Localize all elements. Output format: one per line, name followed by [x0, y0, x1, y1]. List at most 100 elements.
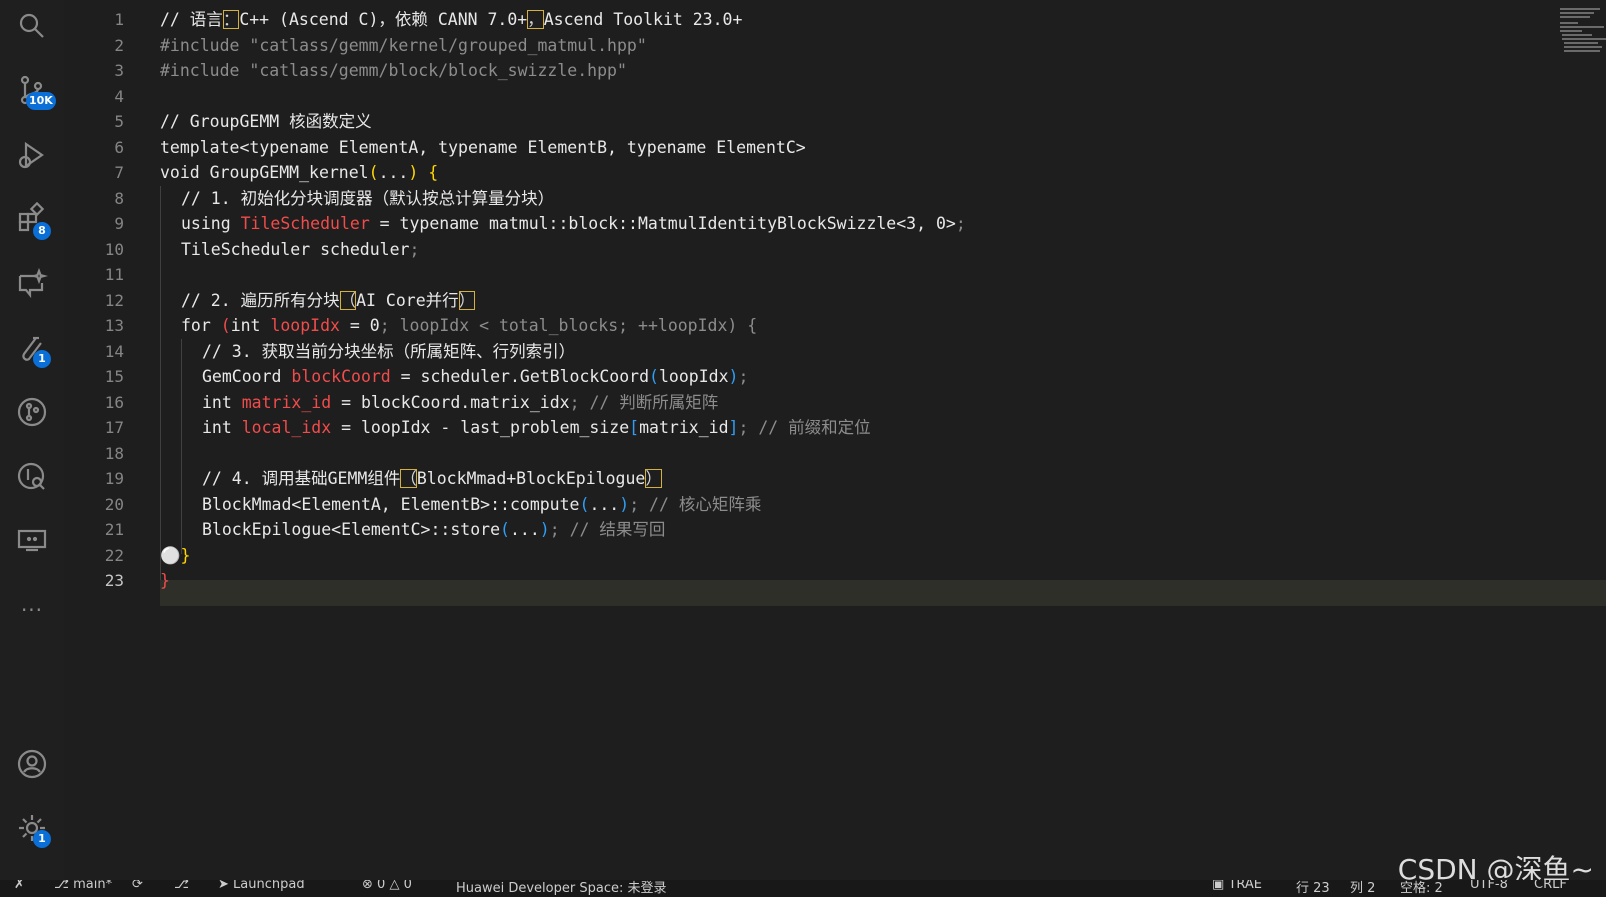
line-number: 19 — [104, 469, 124, 488]
code-line: 23 } — [64, 568, 1554, 594]
line-number: 3 — [114, 61, 124, 80]
remote-search-icon[interactable] — [14, 458, 50, 494]
settings-badge: 1 — [33, 830, 51, 848]
launchpad-button[interactable]: ➤ Launchpad — [218, 880, 305, 892]
code-line: 15 GemCoord blockCoord = scheduler.GetBl… — [64, 364, 1554, 390]
line-number: 18 — [104, 444, 124, 463]
line-number: 9 — [114, 214, 124, 233]
more-icon[interactable]: ... — [14, 586, 50, 622]
code-line: 20 BlockMmad<ElementA, ElementB>::comput… — [64, 492, 1554, 518]
line-content: // 2. 遍历所有分块（AI Core并行） — [181, 291, 476, 310]
code-line: 1 // 语言：C++ (Ascend C)，依赖 CANN 7.0+，Asce… — [64, 7, 1554, 33]
code-line: 21 BlockEpilogue<ElementC>::store(...); … — [64, 517, 1554, 543]
remote-icon[interactable]: ✗ — [14, 880, 25, 892]
code-editor[interactable]: 1 // 语言：C++ (Ascend C)，依赖 CANN 7.0+，Asce… — [64, 0, 1606, 880]
line-content: for (int loopIdx = 0; loopIdx < total_bl… — [181, 316, 758, 335]
account-icon[interactable] — [14, 746, 50, 782]
line-number: 21 — [104, 520, 124, 539]
source-control-icon[interactable]: 10K — [14, 72, 56, 110]
warning-icon: △ — [389, 880, 400, 892]
trae-icon: ▣ — [1212, 880, 1225, 892]
status-bar: ✗ ⎇ main* ⟳ ⎇ ➤ Launchpad ⊗ 0 △ 0 Huawei… — [0, 880, 1606, 897]
minimap[interactable] — [1560, 6, 1606, 54]
line-content: template<typename ElementA, typename Ele… — [160, 138, 806, 157]
line-number: 1 — [114, 10, 124, 29]
git-graph-status-icon[interactable]: ⎇ — [174, 880, 189, 892]
code-line: 12 // 2. 遍历所有分块（AI Core并行） — [64, 288, 1554, 314]
code-line: 14 // 3. 获取当前分块坐标（所属矩阵、行列索引） — [64, 339, 1554, 365]
error-icon: ⊗ — [362, 880, 373, 892]
settings-gear-icon[interactable]: 1 — [14, 810, 51, 848]
line-number: 10 — [104, 240, 124, 259]
code-line: 6 template<typename ElementA, typename E… — [64, 135, 1554, 161]
sync-icon[interactable]: ⟳ — [132, 880, 143, 892]
line-content: ⚪} — [160, 546, 191, 565]
line-content: // GroupGEMM 核函数定义 — [160, 112, 372, 131]
line-number: 7 — [114, 163, 124, 182]
line-content: } — [160, 571, 170, 590]
line-content: // 3. 获取当前分块坐标（所属矩阵、行列索引） — [202, 342, 576, 361]
code-line: 13 for (int loopIdx = 0; loopIdx < total… — [64, 313, 1554, 339]
code-line: 16 int matrix_id = blockCoord.matrix_idx… — [64, 390, 1554, 416]
testing-flask-icon[interactable]: 1 — [14, 332, 51, 368]
line-number: 4 — [114, 87, 124, 106]
line-content: BlockMmad<ElementA, ElementB>::compute(.… — [202, 495, 762, 514]
search-icon[interactable] — [14, 8, 50, 44]
cursor-column[interactable]: 列 2 — [1350, 880, 1375, 896]
line-content: GemCoord blockCoord = scheduler.GetBlock… — [202, 367, 749, 386]
line-content: // 1. 初始化分块调度器（默认按总计算量分块） — [181, 189, 555, 208]
line-number: 14 — [104, 342, 124, 361]
huawei-space-status[interactable]: Huawei Developer Space: 未登录 — [456, 880, 666, 896]
activity-bar: 10K 8 1 ... 1 — [0, 0, 64, 880]
code-line: 5 // GroupGEMM 核函数定义 — [64, 109, 1554, 135]
line-content: #include "catlass/gemm/kernel/grouped_ma… — [160, 36, 647, 55]
code-line: 7 void GroupGEMM_kernel(...) { — [64, 160, 1554, 186]
line-number: 11 — [104, 265, 124, 284]
lightbulb-icon[interactable]: ⚪ — [160, 546, 181, 565]
code-line: 9 using TileScheduler = typename matmul:… — [64, 211, 1554, 237]
code-line: 22 ⚪} — [64, 543, 1554, 569]
line-number: 15 — [104, 367, 124, 386]
encoding-status[interactable]: UTF-8 — [1470, 880, 1508, 892]
code-line: 11 — [64, 262, 1554, 288]
line-number: 12 — [104, 291, 124, 310]
indentation-status[interactable]: 空格: 2 — [1400, 880, 1443, 896]
problems-indicator[interactable]: ⊗ 0 △ 0 — [362, 880, 412, 892]
line-number: 16 — [104, 393, 124, 412]
source-control-badge: 10K — [26, 92, 56, 110]
cursor-line[interactable]: 行 23 — [1296, 880, 1330, 896]
code-line: 10 TileScheduler scheduler; — [64, 237, 1554, 263]
line-content: TileScheduler scheduler; — [181, 240, 420, 259]
remote-explorer-icon[interactable] — [14, 522, 50, 558]
branch-indicator[interactable]: ⎇ main* — [54, 880, 112, 892]
eol-status[interactable]: CRLF — [1534, 880, 1567, 892]
code-line: 18 — [64, 441, 1554, 467]
line-content: int matrix_id = blockCoord.matrix_idx; /… — [202, 393, 719, 412]
code-line: 3 #include "catlass/gemm/block/block_swi… — [64, 58, 1554, 84]
run-debug-icon[interactable] — [14, 138, 50, 174]
extensions-icon[interactable]: 8 — [14, 200, 51, 240]
git-graph-icon[interactable] — [14, 394, 50, 430]
trae-status[interactable]: ▣ TRAE — [1212, 880, 1262, 892]
line-number: 6 — [114, 138, 124, 157]
chat-sparkle-icon[interactable] — [14, 266, 50, 302]
line-content: using TileScheduler = typename matmul::b… — [181, 214, 966, 233]
line-content: // 语言：C++ (Ascend C)，依赖 CANN 7.0+，Ascend… — [160, 10, 743, 29]
line-number: 13 — [104, 316, 124, 335]
code-line: 2 #include "catlass/gemm/kernel/grouped_… — [64, 33, 1554, 59]
line-content: BlockEpilogue<ElementC>::store(...); // … — [202, 520, 666, 539]
line-number: 17 — [104, 418, 124, 437]
line-content: // 4. 调用基础GEMM组件（BlockMmad+BlockEpilogue… — [202, 469, 662, 488]
code-line: 19 // 4. 调用基础GEMM组件（BlockMmad+BlockEpilo… — [64, 466, 1554, 492]
code-line: 8 // 1. 初始化分块调度器（默认按总计算量分块） — [64, 186, 1554, 212]
line-content: void GroupGEMM_kernel(...) { — [160, 163, 439, 182]
branch-icon: ⎇ — [54, 880, 69, 892]
line-number: 22 — [104, 546, 124, 565]
code-line: 17 int local_idx = loopIdx - last_proble… — [64, 415, 1554, 441]
line-content: int local_idx = loopIdx - last_problem_s… — [202, 418, 871, 437]
line-number: 23 — [104, 571, 124, 590]
line-content: #include "catlass/gemm/block/block_swizz… — [160, 61, 627, 80]
extensions-badge: 8 — [33, 222, 51, 240]
line-number: 2 — [114, 36, 124, 55]
line-number: 20 — [104, 495, 124, 514]
